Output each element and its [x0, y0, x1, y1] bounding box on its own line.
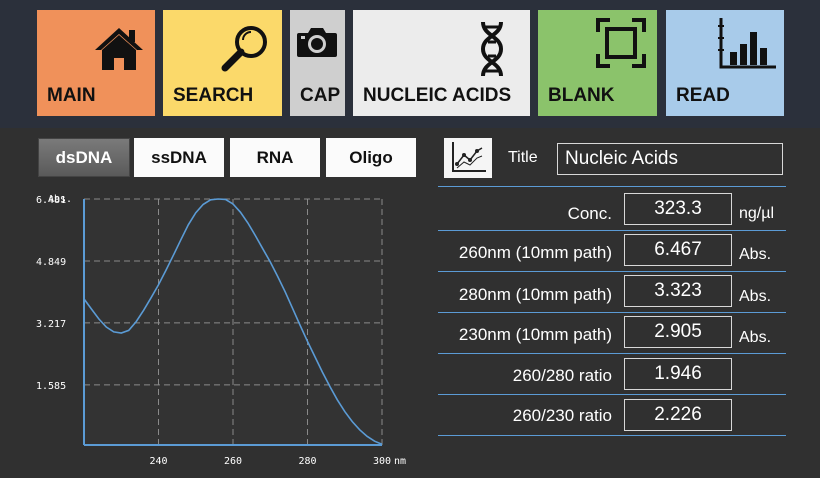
y-tick-label: 1.585	[36, 381, 66, 392]
ratio-260-280-value: 1.946	[624, 358, 732, 390]
search-icon	[221, 26, 267, 72]
tab-dsdna[interactable]: dsDNA	[38, 138, 130, 177]
absorbance-chart: 6.481 4.849 3.217 1.585 Abs. 240 260 280 300 nm	[0, 185, 420, 478]
x-tick-label: 260	[224, 456, 242, 467]
divider	[438, 271, 786, 272]
abs-280-value: 3.323	[624, 275, 732, 307]
y-tick-label: 3.217	[36, 319, 66, 330]
ratio-260-230-value: 2.226	[624, 399, 732, 431]
capture-button[interactable]: CAP	[290, 10, 345, 116]
cap-label: CAP	[300, 85, 341, 106]
y-tick-label: 4.849	[36, 257, 66, 268]
abs-260-value: 6.467	[624, 234, 732, 266]
bar-chart-icon	[718, 18, 776, 69]
divider	[438, 186, 786, 187]
camera-icon	[297, 28, 337, 57]
divider	[438, 394, 786, 395]
ratio-260-230-label: 260/230 ratio	[512, 406, 612, 425]
divider	[438, 353, 786, 354]
read-label: READ	[676, 85, 730, 106]
graph-view-button[interactable]	[444, 138, 492, 178]
abs-260-unit: Abs.	[739, 246, 772, 263]
nucleic-label: NUCLEIC ACIDS	[363, 85, 512, 106]
divider	[438, 435, 786, 436]
dna-icon	[480, 21, 504, 77]
divider	[438, 312, 786, 313]
abs-230-unit: Abs.	[739, 329, 772, 346]
divider	[438, 230, 786, 231]
title-input[interactable]	[557, 143, 783, 175]
y-axis-label: Abs.	[48, 194, 72, 205]
tab-ssdna[interactable]: ssDNA	[134, 138, 224, 177]
conc-value: 323.3	[624, 193, 732, 225]
abs-280-unit: Abs.	[739, 288, 772, 305]
read-button[interactable]: READ	[666, 10, 784, 116]
line-graph-icon	[452, 142, 486, 172]
main-button[interactable]: MAIN	[37, 10, 155, 116]
x-tick-label: 240	[149, 456, 167, 467]
abs-230-label: 230nm (10mm path)	[458, 325, 612, 344]
tab-oligo[interactable]: Oligo	[326, 138, 416, 177]
abs-260-label: 260nm (10mm path)	[458, 243, 612, 262]
ratio-260-280-label: 260/280 ratio	[512, 366, 612, 385]
search-button[interactable]: SEARCH	[163, 10, 282, 116]
conc-unit: ng/µl	[739, 205, 775, 222]
abs-230-value: 2.905	[624, 316, 732, 348]
blank-label: BLANK	[548, 85, 615, 106]
tab-rna[interactable]: RNA	[230, 138, 320, 177]
x-axis-label: nm	[394, 456, 406, 467]
x-tick-label: 280	[298, 456, 316, 467]
search-label: SEARCH	[173, 85, 254, 106]
title-label: Title	[508, 149, 538, 166]
blank-frame-icon	[596, 18, 646, 68]
home-icon	[95, 28, 143, 70]
abs-280-label: 280nm (10mm path)	[458, 285, 612, 304]
x-tick-label: 300	[373, 456, 391, 467]
nucleic-acids-button[interactable]: NUCLEIC ACIDS	[353, 10, 530, 116]
conc-label: Conc.	[567, 204, 612, 223]
main-label: MAIN	[47, 85, 96, 106]
absorbance-chart-svg: 6.4814.8493.2171.585Abs.240 260 280 300 nm	[36, 194, 406, 467]
blank-button[interactable]: BLANK	[538, 10, 657, 116]
